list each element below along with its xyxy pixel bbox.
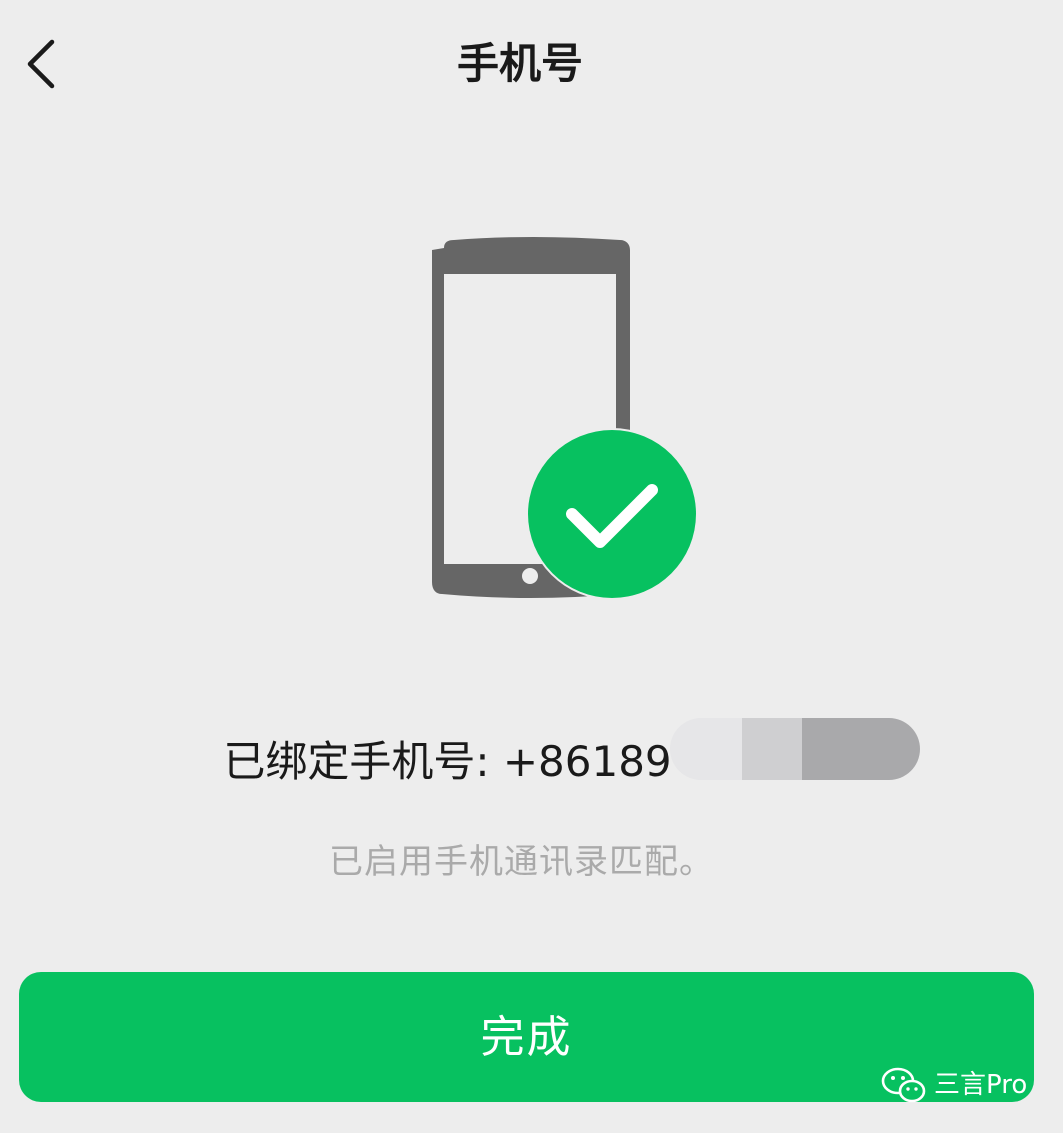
check-circle-icon <box>526 428 698 600</box>
wechat-logo-icon <box>881 1067 926 1103</box>
contacts-match-hint: 已启用手机通讯录匹配。 <box>329 842 714 882</box>
phone-number-redaction <box>669 718 920 780</box>
done-button-label: 完成 <box>480 1012 573 1063</box>
nav-bar: 手机号 <box>0 0 1063 126</box>
phone-bound-illustration <box>420 230 710 610</box>
watermark-text: 三言Pro <box>934 1070 1028 1100</box>
watermark: 三言Pro <box>880 1063 1027 1107</box>
bound-phone-line: 已绑定手机号: +86189 <box>0 718 1063 794</box>
page-title: 手机号 <box>456 39 583 88</box>
bound-phone-number: 已绑定手机号: +86189 <box>223 737 672 786</box>
